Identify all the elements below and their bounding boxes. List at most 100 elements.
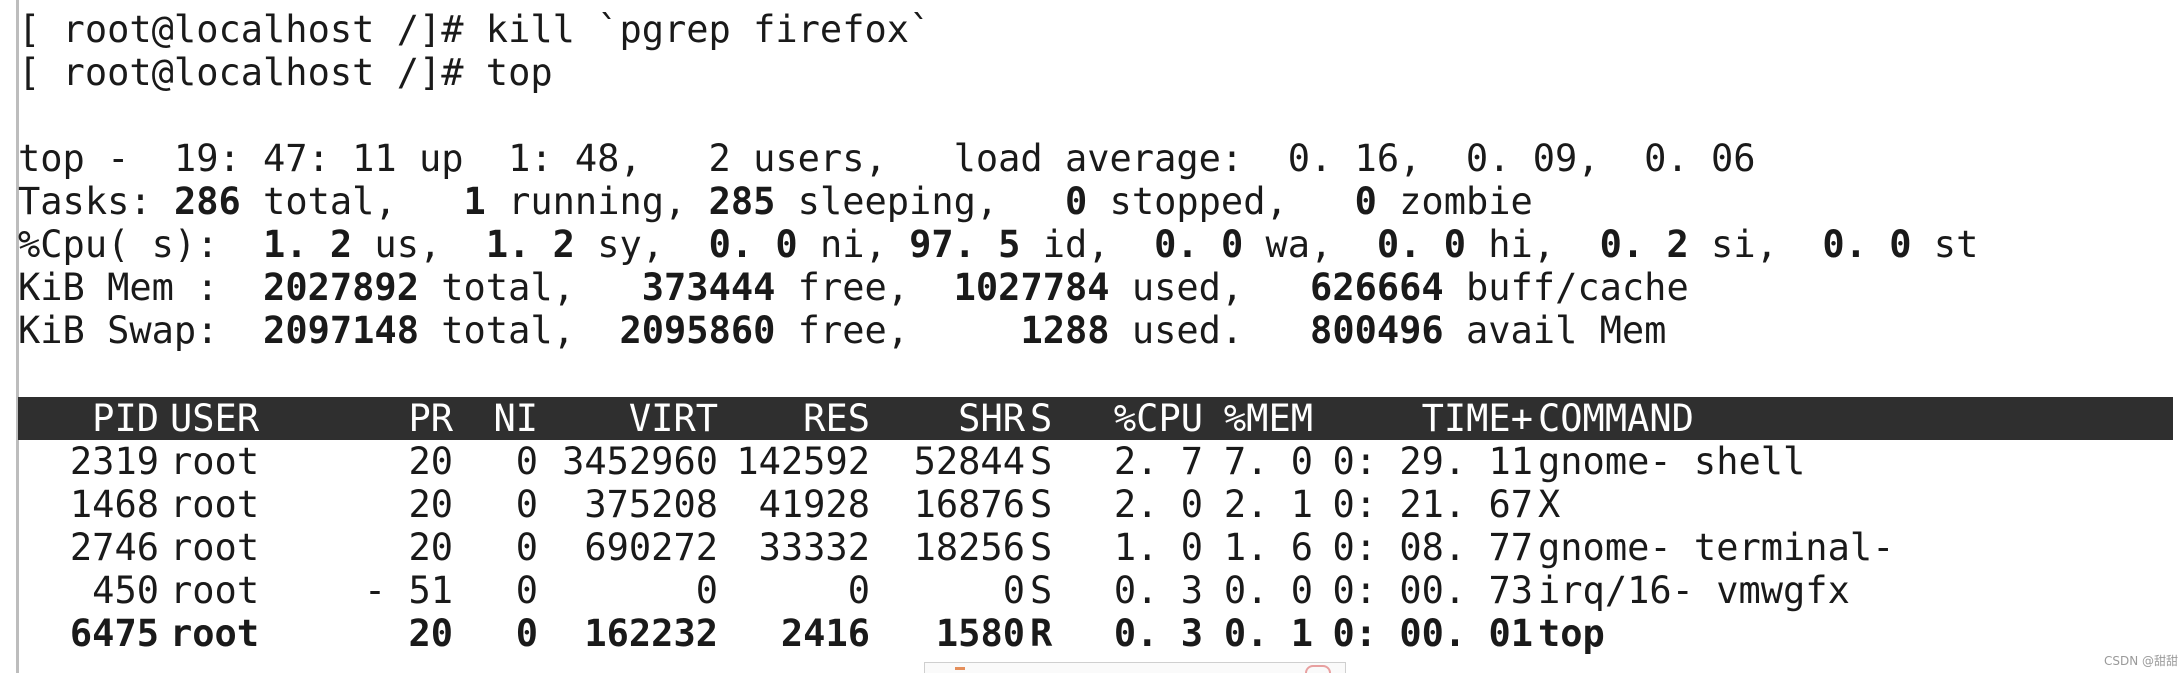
tasks-stopped-label: stopped, [1087, 180, 1355, 223]
cpu-hi: 0. 0 [1376, 223, 1466, 266]
tasks-label: Tasks: [18, 180, 174, 223]
cpu-id: 97. 5 [909, 223, 1021, 266]
top-uptime-line: top - 19: 47: 11 up 1: 48, 2 users, load… [18, 137, 1756, 180]
row-res: 41928 [758, 483, 870, 526]
swap-total-label: total, [418, 309, 620, 352]
table-row: 2319 root 20 0 3452960 142592 52844 S 2.… [18, 440, 2173, 483]
table-row: 1468 root 20 0 375208 41928 16876 S 2. 0… [18, 483, 2173, 526]
row-res: 142592 [736, 440, 870, 483]
tasks-sleeping-label: sleeping, [775, 180, 1065, 223]
row-state: R [1030, 612, 1053, 655]
row-mem: 7. 0 [1223, 440, 1313, 483]
cpu-st: 0. 0 [1822, 223, 1912, 266]
swap-avail-label: avail Mem [1443, 309, 1667, 352]
row-shr: 1580 [935, 612, 1025, 655]
row-pr: 20 [408, 612, 453, 655]
header-virt: VIRT [628, 397, 718, 440]
row-state: S [1030, 526, 1053, 569]
command-line-kill: [ root@localhost /]# kill `pgrep firefox… [18, 8, 932, 51]
table-row: 2746 root 20 0 690272 33332 18256 S 1. 0… [18, 526, 2173, 569]
mem-used-label: used, [1109, 266, 1311, 309]
header-cpu: %CPU [1113, 397, 1203, 440]
row-cpu: 1. 0 [1113, 526, 1203, 569]
row-ni: 0 [515, 569, 538, 612]
mem-total: 2027892 [263, 266, 419, 309]
cpu-wa: 0. 0 [1154, 223, 1244, 266]
swap-used-label: used. [1109, 309, 1311, 352]
cpu-sy-label: sy, [574, 223, 709, 266]
cpu-us: 1. 2 [263, 223, 353, 266]
mem-free-label: free, [775, 266, 954, 309]
mem-used: 1027784 [953, 266, 1110, 309]
swap-used: 1288 [1020, 309, 1110, 352]
row-cpu: 0. 3 [1113, 569, 1203, 612]
tasks-zombie-label: zombie [1376, 180, 1533, 223]
process-table-header: PID USER PR NI VIRT RES SHR S %CPU %MEM … [18, 397, 2173, 440]
mem-total-label: total, [418, 266, 642, 309]
row-state: S [1030, 440, 1053, 483]
row-pid: 450 [92, 569, 159, 612]
swap-avail-mem: 800496 [1310, 309, 1444, 352]
cpu-hi-label: hi, [1466, 223, 1600, 266]
row-shr: 52844 [913, 440, 1025, 483]
row-cpu: 0. 3 [1113, 612, 1203, 655]
header-command: COMMAND [1538, 397, 1694, 440]
row-command: gnome- terminal- [1538, 526, 1895, 569]
mem-buff-label: buff/cache [1443, 266, 1689, 309]
cpu-us-label: us, [352, 223, 486, 266]
swap-line: KiB Swap: 2097148 total, 2095860 free, 1… [18, 309, 1666, 352]
table-row-running: 6475 root 20 0 162232 2416 1580 R 0. 3 0… [18, 612, 2173, 655]
row-virt: 0 [695, 569, 718, 612]
heart-icon [1305, 665, 1331, 673]
tasks-total: 286 [173, 180, 241, 223]
mem-buff-cache: 626664 [1310, 266, 1444, 309]
header-res: RES [803, 397, 870, 440]
tasks-running-label: running, [485, 180, 709, 223]
row-mem: 0. 1 [1223, 612, 1313, 655]
cpu-label: %Cpu( s): [18, 223, 264, 266]
row-virt: 690272 [584, 526, 718, 569]
row-pid: 6475 [69, 612, 159, 655]
popup-accent-mark [955, 667, 965, 670]
row-command: top [1538, 612, 1605, 655]
row-time: 0: 00. 01 [1332, 612, 1533, 655]
header-pr: PR [408, 397, 453, 440]
row-pid: 2319 [69, 440, 159, 483]
row-state: S [1030, 483, 1053, 526]
header-pid: PID [92, 397, 159, 440]
row-command: gnome- shell [1538, 440, 1806, 483]
row-ni: 0 [515, 526, 538, 569]
row-cpu: 2. 7 [1113, 440, 1203, 483]
row-ni: 0 [515, 440, 538, 483]
cpu-ni-label: ni, [797, 223, 910, 266]
cpu-sy: 1. 2 [485, 223, 575, 266]
tasks-total-label: total, [240, 180, 464, 223]
row-virt: 375208 [584, 483, 718, 526]
cpu-ni: 0. 0 [708, 223, 798, 266]
mem-line: KiB Mem : 2027892 total, 373444 free, 10… [18, 266, 1689, 309]
row-res: 2416 [780, 612, 870, 655]
row-time: 0: 21. 67 [1332, 483, 1533, 526]
tasks-line: Tasks: 286 total, 1 running, 285 sleepin… [18, 180, 1533, 223]
row-mem: 0. 0 [1223, 569, 1313, 612]
row-state: S [1030, 569, 1053, 612]
row-shr: 18256 [913, 526, 1025, 569]
cpu-si-label: si, [1688, 223, 1823, 266]
header-s: S [1030, 397, 1053, 440]
row-pr: 20 [408, 483, 453, 526]
swap-total: 2097148 [263, 309, 419, 352]
row-ni: 0 [515, 612, 538, 655]
row-pid: 1468 [69, 483, 159, 526]
row-mem: 2. 1 [1223, 483, 1313, 526]
swap-free: 2095860 [619, 309, 776, 352]
row-pid: 2746 [69, 526, 159, 569]
partial-popup-edge [924, 662, 1346, 673]
watermark: CSDN @甜甜 [2103, 654, 2178, 668]
header-ni: NI [493, 397, 538, 440]
row-pr: 20 [408, 526, 453, 569]
row-pr: - 51 [363, 569, 453, 612]
tasks-stopped: 0 [1065, 180, 1088, 223]
row-shr: 0 [1002, 569, 1025, 612]
row-time: 0: 08. 77 [1332, 526, 1533, 569]
tasks-running: 1 [463, 180, 486, 223]
